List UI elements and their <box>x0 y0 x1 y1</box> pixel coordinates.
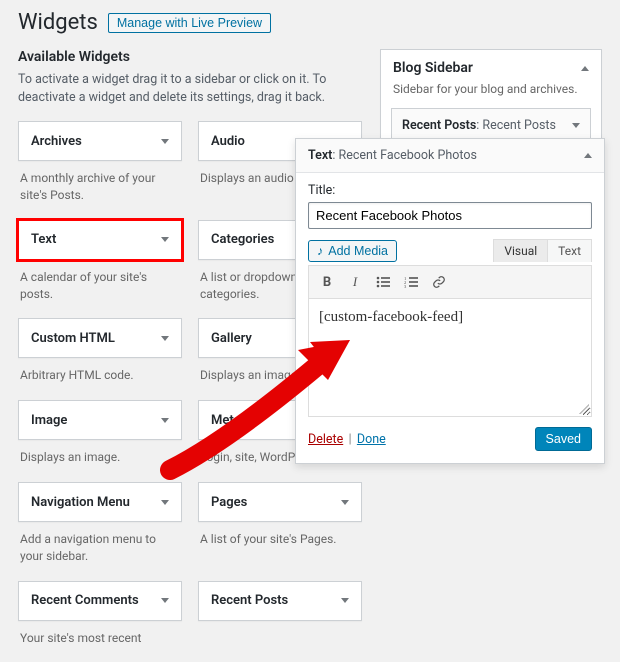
music-note-icon: ♪ <box>317 244 323 258</box>
numbered-list-icon: 123 <box>404 276 418 288</box>
italic-button[interactable]: I <box>343 271 367 293</box>
chevron-down-icon <box>161 237 169 242</box>
live-preview-button[interactable]: Manage with Live Preview <box>108 13 271 33</box>
widget-label: Recent Comments <box>31 593 139 608</box>
widget-navigation-menu[interactable]: Navigation Menu <box>18 482 182 522</box>
delete-link[interactable]: Delete <box>308 432 343 447</box>
area-title: Blog Sidebar <box>393 60 473 76</box>
placed-widget-type: Recent Posts <box>402 118 476 133</box>
svg-text:3: 3 <box>404 284 407 288</box>
available-widgets-heading: Available Widgets <box>18 49 362 65</box>
widget-pages[interactable]: Pages <box>198 482 362 522</box>
tab-visual[interactable]: Visual <box>493 239 548 262</box>
bold-button[interactable]: B <box>315 271 339 293</box>
page-title: Widgets <box>18 10 98 35</box>
link-button[interactable] <box>427 271 451 293</box>
widget-label: Image <box>31 413 67 428</box>
bullet-list-button[interactable] <box>371 271 395 293</box>
widget-label: Gallery <box>211 331 252 346</box>
done-link[interactable]: Done <box>357 432 386 447</box>
widget-label: Categories <box>211 232 274 247</box>
numbered-list-button[interactable]: 123 <box>399 271 423 293</box>
chevron-down-icon <box>572 123 580 128</box>
widget-archives[interactable]: Archives <box>18 121 182 161</box>
chevron-up-icon <box>584 153 592 158</box>
widget-desc: A monthly archive of your site's Posts. <box>18 161 182 218</box>
widget-editor-panel: Text: Recent Facebook Photos Title: ♪ Ad… <box>295 138 605 464</box>
widget-recent-comments[interactable]: Recent Comments <box>18 581 182 621</box>
widget-label: Navigation Menu <box>31 495 130 510</box>
editor-widget-type: Text <box>308 148 332 163</box>
title-label: Title: <box>308 183 592 198</box>
separator: | <box>346 432 353 447</box>
widget-image[interactable]: Image <box>18 400 182 440</box>
chevron-down-icon <box>161 418 169 423</box>
chevron-down-icon <box>161 500 169 505</box>
available-widgets-desc: To activate a widget drag it to a sideba… <box>18 71 362 107</box>
editor-footer: Delete | Done Saved <box>308 417 592 453</box>
widget-label: Text <box>31 232 56 247</box>
title-input[interactable] <box>308 202 592 229</box>
widget-recent-posts[interactable]: Recent Posts <box>198 581 362 621</box>
rte-toolbar: B I 123 <box>308 265 592 299</box>
content-editor[interactable]: [custom-facebook-feed] <box>308 299 592 417</box>
chevron-down-icon <box>161 139 169 144</box>
add-media-label: Add Media <box>328 244 388 258</box>
content-text: [custom-facebook-feed] <box>319 309 463 325</box>
bullet-list-icon <box>376 276 390 288</box>
editor-widget-title: Recent Facebook Photos <box>339 148 477 163</box>
widget-label: Audio <box>211 134 245 149</box>
widget-desc: Displays an image. <box>18 440 182 480</box>
resize-handle[interactable] <box>579 404 589 414</box>
add-media-button[interactable]: ♪ Add Media <box>308 240 397 262</box>
widget-desc: A calendar of your site's posts. <box>18 260 182 317</box>
widget-label: Meta <box>211 413 241 428</box>
widget-desc <box>198 621 362 644</box>
link-icon <box>432 275 446 289</box>
widget-custom-html[interactable]: Custom HTML <box>18 318 182 358</box>
widget-label: Recent Posts <box>211 593 288 608</box>
editor-tabs: Visual Text <box>493 239 592 262</box>
widget-text[interactable]: Text <box>18 220 182 260</box>
saved-button[interactable]: Saved <box>535 427 592 451</box>
widget-label: Custom HTML <box>31 331 115 346</box>
chevron-down-icon <box>161 598 169 603</box>
page-header: Widgets Manage with Live Preview <box>18 10 602 49</box>
widget-label: Archives <box>31 134 82 149</box>
chevron-down-icon <box>341 598 349 603</box>
placed-widget-title: Recent Posts <box>482 118 556 133</box>
widget-desc: Add a navigation menu to your sidebar. <box>18 522 182 579</box>
widget-desc: A list of your site's Pages. <box>198 522 362 562</box>
chevron-down-icon <box>341 500 349 505</box>
area-desc: Sidebar for your blog and archives. <box>381 82 601 108</box>
widget-desc: Arbitrary HTML code. <box>18 358 182 398</box>
chevron-down-icon <box>161 336 169 341</box>
tab-text[interactable]: Text <box>548 239 592 262</box>
widget-desc: Your site's most recent <box>18 621 182 661</box>
widget-label: Pages <box>211 495 247 510</box>
chevron-up-icon <box>581 66 589 71</box>
area-header[interactable]: Blog Sidebar <box>381 50 601 82</box>
editor-header[interactable]: Text: Recent Facebook Photos <box>296 139 604 173</box>
